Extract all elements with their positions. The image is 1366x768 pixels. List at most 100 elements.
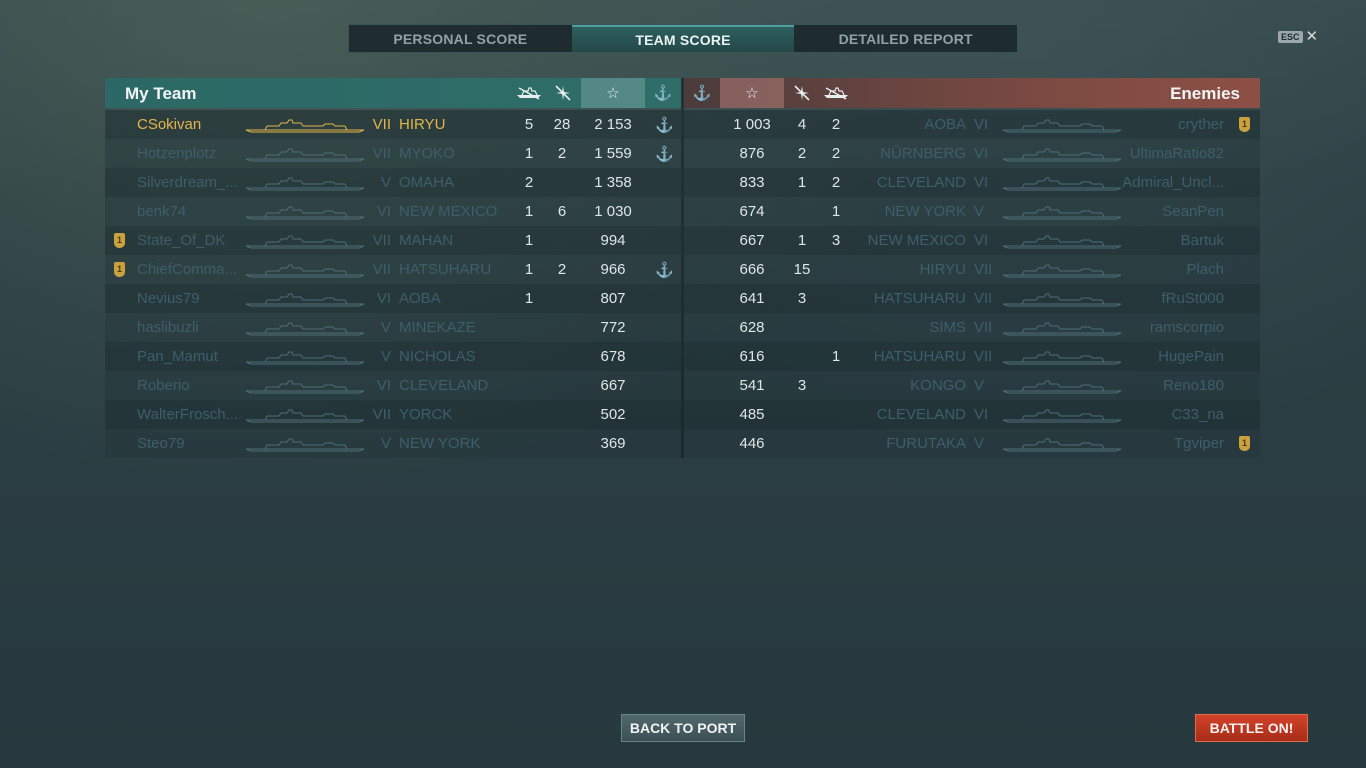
ship-silhouette-icon	[245, 264, 365, 282]
ship-name: HATSUHARU	[399, 261, 492, 278]
plane-kill-icon	[549, 78, 577, 108]
ship-tier: VI	[974, 232, 989, 249]
ship-tier: VII	[372, 145, 391, 162]
player-name: Reno180	[1163, 377, 1224, 394]
score: 1 559	[594, 145, 632, 162]
table-row[interactable]: 1 ChiefComma... VII HATSUHARU 1 2 966 ⚓	[105, 255, 681, 284]
table-row[interactable]: haslibuzli V MINEKAZE 772	[105, 313, 681, 342]
table-row[interactable]: 446 FURUTAKA V Tgviper 1	[684, 429, 1260, 458]
ship-silhouette-icon	[245, 148, 365, 166]
table-row[interactable]: Nevius79 VI AOBA 1 807	[105, 284, 681, 313]
ship-silhouette-icon	[1002, 380, 1122, 398]
my-team-title: My Team	[125, 84, 197, 103]
ship-kills: 1	[524, 232, 534, 249]
table-row[interactable]: benk74 VI NEW MEXICO 1 6 1 030	[105, 197, 681, 226]
ship-silhouette-icon	[1002, 293, 1122, 311]
ship-name: NEW YORK	[884, 203, 966, 220]
esc-key-label: ESC	[1278, 31, 1303, 43]
score: 1 030	[594, 203, 632, 220]
ship-kills: 1	[831, 203, 841, 220]
table-row[interactable]: Hotzenplotz VII MYOKO 1 2 1 559 ⚓	[105, 139, 681, 168]
ship-tier: V	[380, 319, 391, 336]
table-row[interactable]: Silverdream_... V OMAHA 2 1 358	[105, 168, 681, 197]
score: 807	[600, 290, 626, 307]
table-row[interactable]: 485 CLEVELAND VI C33_na	[684, 400, 1260, 429]
player-name: fRuSt000	[1161, 290, 1224, 307]
table-row[interactable]: WalterFrosch... VII YORCK 502	[105, 400, 681, 429]
ship-tier: V	[974, 377, 985, 394]
ship-name: FURUTAKA	[886, 435, 966, 452]
score: 666	[739, 261, 765, 278]
table-row[interactable]: 674 1 NEW YORK V SeanPen	[684, 197, 1260, 226]
score: 678	[600, 348, 626, 365]
battle-on-button[interactable]: BATTLE ON!	[1195, 714, 1308, 742]
table-row[interactable]: 541 3 KONGO V Reno180	[684, 371, 1260, 400]
ship-tier: VI	[974, 174, 989, 191]
ship-tier: VII	[974, 290, 993, 307]
ship-name: CLEVELAND	[399, 377, 489, 394]
plane-kills: 6	[557, 203, 567, 220]
ship-name: NICHOLAS	[399, 348, 476, 365]
ship-kill-icon	[513, 78, 545, 108]
ship-silhouette-icon	[1002, 177, 1122, 195]
my-team-table: CSokivan VII HIRYU 5 28 2 153 ⚓ Hotzenplotz VII M…	[105, 110, 681, 458]
ship-tier: VII	[372, 232, 391, 249]
table-row[interactable]: 667 1 3 NEW MEXICO VI Bartuk	[684, 226, 1260, 255]
ship-silhouette-icon	[245, 409, 365, 427]
ship-silhouette-icon	[1002, 119, 1122, 137]
ship-kills: 1	[831, 348, 841, 365]
table-row[interactable]: 876 2 2 NÜRNBERG VI UltimaRatio82	[684, 139, 1260, 168]
ship-kills: 1	[524, 290, 534, 307]
back-to-port-button[interactable]: BACK TO PORT	[621, 714, 745, 742]
ship-silhouette-icon	[245, 235, 365, 253]
ship-kills: 1	[524, 203, 534, 220]
player-name: Hotzenplotz	[137, 145, 217, 162]
table-row[interactable]: CSokivan VII HIRYU 5 28 2 153 ⚓	[105, 110, 681, 139]
score: 541	[739, 377, 765, 394]
ship-silhouette-icon	[1002, 438, 1122, 456]
score: 616	[739, 348, 765, 365]
ship-tier: VII	[372, 261, 391, 278]
score-star-icon: ☆	[581, 78, 645, 108]
table-row[interactable]: 1 003 4 2 AOBA VI cryther 1	[684, 110, 1260, 139]
plane-kills: 1	[797, 174, 807, 191]
player-name: WalterFrosch...	[137, 406, 239, 423]
tab-team-score[interactable]: TEAM SCORE	[571, 25, 795, 52]
score: 502	[600, 406, 626, 423]
player-name: Nevius79	[137, 290, 200, 307]
table-row[interactable]: Roberio VI CLEVELAND 667	[105, 371, 681, 400]
score: 876	[739, 145, 765, 162]
ship-name: NEW MEXICO	[867, 232, 966, 249]
ship-name: OMAHA	[399, 174, 455, 191]
ship-kills: 1	[524, 145, 534, 162]
score-tabs: PERSONAL SCORE TEAM SCORE DETAILED REPOR…	[348, 24, 1018, 53]
player-name: Steo79	[137, 435, 185, 452]
player-name: ChiefComma...	[137, 261, 238, 278]
plane-kills: 1	[797, 232, 807, 249]
ship-silhouette-icon	[1002, 264, 1122, 282]
tab-detailed-report[interactable]: DETAILED REPORT	[794, 25, 1017, 52]
table-row[interactable]: Pan_Mamut V NICHOLAS 678	[105, 342, 681, 371]
ship-name: MAHAN	[399, 232, 454, 249]
table-row[interactable]: 641 3 HATSUHARU VII fRuSt000	[684, 284, 1260, 313]
table-row[interactable]: Steo79 V NEW YORK 369	[105, 429, 681, 458]
ship-name: MYOKO	[399, 145, 455, 162]
ship-name: HIRYU	[399, 116, 446, 133]
table-row[interactable]: 666 15 HIRYU VII Plach	[684, 255, 1260, 284]
ship-silhouette-icon	[1002, 322, 1122, 340]
close-icon[interactable]: ✕	[1306, 29, 1319, 44]
score: 2 153	[594, 116, 632, 133]
table-row[interactable]: 628 SIMS VII ramscorpio	[684, 313, 1260, 342]
plane-kill-icon	[788, 78, 816, 108]
table-row[interactable]: 833 1 2 CLEVELAND VI Admiral_Uncl...	[684, 168, 1260, 197]
close-button[interactable]: ESC ✕	[1278, 29, 1319, 44]
table-row[interactable]: 1 State_Of_DK VII MAHAN 1 994	[105, 226, 681, 255]
tab-personal-score[interactable]: PERSONAL SCORE	[349, 25, 572, 52]
ship-silhouette-icon	[245, 351, 365, 369]
ship-silhouette-icon	[1002, 351, 1122, 369]
ship-name: KONGO	[910, 377, 966, 394]
ship-name: HIRYU	[919, 261, 966, 278]
table-row[interactable]: 616 1 HATSUHARU VII HugePain	[684, 342, 1260, 371]
ship-silhouette-icon	[1002, 409, 1122, 427]
score: 966	[600, 261, 626, 278]
